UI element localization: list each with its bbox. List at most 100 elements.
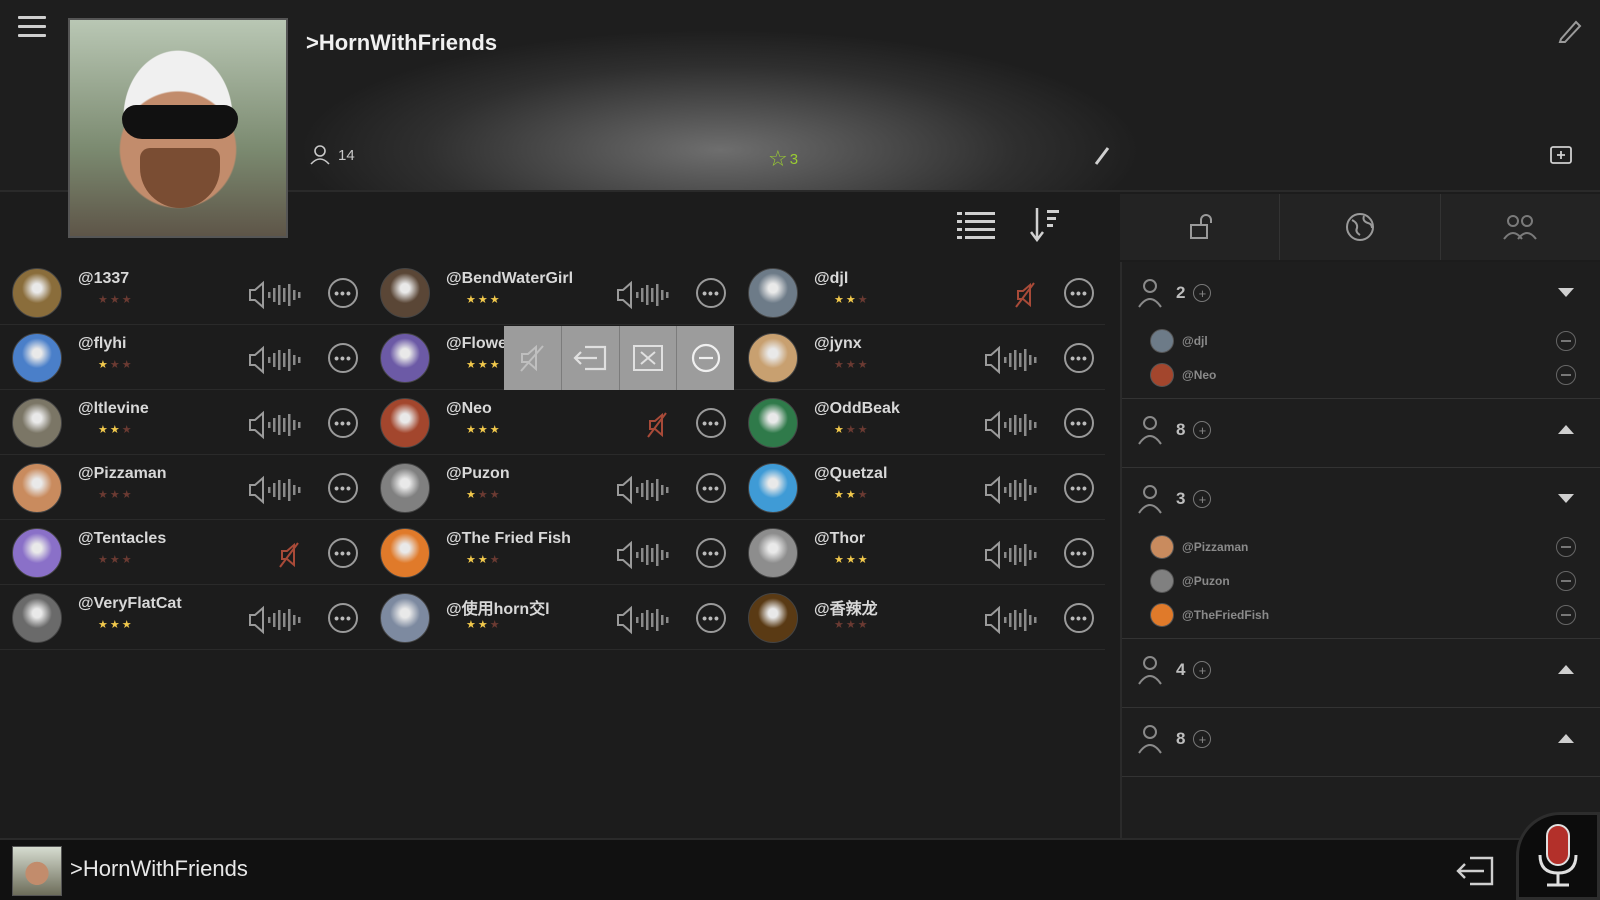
- volume-control[interactable]: [248, 475, 308, 510]
- user-cell[interactable]: @OddBeak ★★★ •••: [736, 390, 1104, 455]
- user-more-button[interactable]: •••: [1064, 343, 1094, 373]
- popup-mute-button[interactable]: [504, 326, 562, 390]
- volume-control[interactable]: [984, 475, 1044, 510]
- add-to-group-icon[interactable]: +: [1193, 421, 1212, 439]
- user-avatar[interactable]: [748, 268, 798, 318]
- group-header[interactable]: 2 +: [1122, 262, 1600, 324]
- footer-room-title[interactable]: >HornWithFriends: [70, 856, 248, 882]
- user-avatar[interactable]: [12, 398, 62, 448]
- volume-control[interactable]: [638, 410, 674, 445]
- group-member[interactable]: @Puzon: [1122, 564, 1600, 598]
- tab-globe[interactable]: [1280, 194, 1441, 260]
- remove-member-icon[interactable]: [1556, 331, 1576, 351]
- volume-control[interactable]: [984, 345, 1044, 380]
- footer-room-avatar[interactable]: [12, 846, 62, 896]
- tab-groups[interactable]: [1441, 194, 1600, 260]
- user-more-button[interactable]: •••: [1064, 603, 1094, 633]
- remove-member-icon[interactable]: [1556, 571, 1576, 591]
- user-more-button[interactable]: •••: [1064, 278, 1094, 308]
- user-more-button[interactable]: •••: [328, 343, 358, 373]
- user-cell[interactable]: @1337 ★★★ •••: [0, 260, 368, 325]
- user-avatar[interactable]: [380, 528, 430, 578]
- user-cell[interactable]: @使用horn交l ★★★ •••: [368, 585, 736, 650]
- leave-room-icon[interactable]: [1454, 854, 1496, 888]
- volume-control[interactable]: [1006, 280, 1042, 315]
- user-more-button[interactable]: •••: [328, 278, 358, 308]
- volume-control[interactable]: [984, 605, 1044, 640]
- group-header[interactable]: 8 +: [1122, 399, 1600, 461]
- user-avatar[interactable]: [380, 398, 430, 448]
- volume-control[interactable]: [248, 345, 308, 380]
- user-avatar[interactable]: [12, 463, 62, 513]
- expand-icon[interactable]: [1558, 734, 1574, 743]
- volume-control[interactable]: [984, 540, 1044, 575]
- user-avatar[interactable]: [748, 398, 798, 448]
- volume-control[interactable]: [616, 605, 676, 640]
- user-more-button[interactable]: •••: [328, 538, 358, 568]
- user-cell[interactable]: @Quetzal ★★★ •••: [736, 455, 1104, 520]
- expand-icon[interactable]: [1558, 425, 1574, 434]
- volume-control[interactable]: [616, 540, 676, 575]
- user-avatar[interactable]: [380, 463, 430, 513]
- user-more-button[interactable]: •••: [1064, 473, 1094, 503]
- group-member[interactable]: @TheFriedFish: [1122, 598, 1600, 632]
- user-avatar[interactable]: [12, 268, 62, 318]
- remove-member-icon[interactable]: [1556, 365, 1576, 385]
- volume-control[interactable]: [984, 410, 1044, 445]
- user-avatar[interactable]: [380, 333, 430, 383]
- add-to-group-icon[interactable]: +: [1193, 730, 1212, 748]
- user-cell[interactable]: @ltlevine ★★★ •••: [0, 390, 368, 455]
- group-header[interactable]: 4 +: [1122, 639, 1600, 701]
- user-avatar[interactable]: [380, 268, 430, 318]
- add-to-group-icon[interactable]: +: [1193, 490, 1212, 508]
- expand-icon[interactable]: [1558, 665, 1574, 674]
- volume-control[interactable]: [270, 540, 306, 575]
- room-stars[interactable]: ☆ 3: [768, 146, 798, 172]
- popup-move-button[interactable]: [561, 326, 620, 390]
- volume-control[interactable]: [248, 280, 308, 315]
- edit-icon[interactable]: [1556, 16, 1584, 44]
- pencil-icon[interactable]: [1092, 144, 1112, 166]
- user-cell[interactable]: @Pizzaman ★★★ •••: [0, 455, 368, 520]
- user-cell[interactable]: @jynx ★★★ •••: [736, 325, 1104, 390]
- user-avatar[interactable]: [748, 463, 798, 513]
- user-cell[interactable]: @djl ★★★ •••: [736, 260, 1104, 325]
- collapse-icon[interactable]: [1558, 288, 1574, 297]
- add-to-group-icon[interactable]: +: [1193, 284, 1212, 302]
- microphone-button[interactable]: [1516, 812, 1600, 900]
- volume-control[interactable]: [616, 475, 676, 510]
- group-member[interactable]: @Neo: [1122, 358, 1600, 392]
- share-icon[interactable]: [1548, 142, 1574, 168]
- volume-control[interactable]: [616, 280, 676, 315]
- popup-remove-button[interactable]: [677, 326, 734, 390]
- user-more-button[interactable]: •••: [696, 278, 726, 308]
- user-avatar[interactable]: [748, 528, 798, 578]
- user-more-button[interactable]: •••: [1064, 538, 1094, 568]
- user-more-button[interactable]: •••: [328, 408, 358, 438]
- popup-kick-button[interactable]: [619, 326, 678, 390]
- user-avatar[interactable]: [748, 333, 798, 383]
- user-cell[interactable]: @flyhi ★★★ •••: [0, 325, 368, 390]
- user-more-button[interactable]: •••: [328, 603, 358, 633]
- user-cell[interactable]: @香辣龙 ★★★ •••: [736, 585, 1104, 650]
- user-cell[interactable]: @BendWaterGirl ★★★ •••: [368, 260, 736, 325]
- user-avatar[interactable]: [12, 333, 62, 383]
- sort-button[interactable]: [1024, 206, 1064, 242]
- group-member[interactable]: @Pizzaman: [1122, 530, 1600, 564]
- user-cell[interactable]: @The Fried Fish ★★★ •••: [368, 520, 736, 585]
- user-more-button[interactable]: •••: [696, 473, 726, 503]
- member-count[interactable]: 14: [310, 145, 355, 165]
- user-more-button[interactable]: •••: [696, 408, 726, 438]
- user-avatar[interactable]: [380, 593, 430, 643]
- user-cell[interactable]: @VeryFlatCat ★★★ •••: [0, 585, 368, 650]
- user-avatar[interactable]: [12, 593, 62, 643]
- user-more-button[interactable]: •••: [696, 603, 726, 633]
- user-more-button[interactable]: •••: [696, 538, 726, 568]
- remove-member-icon[interactable]: [1556, 605, 1576, 625]
- group-header[interactable]: 3 +: [1122, 468, 1600, 530]
- user-cell[interactable]: @Tentacles ★★★ •••: [0, 520, 368, 585]
- collapse-icon[interactable]: [1558, 494, 1574, 503]
- group-member[interactable]: @djl: [1122, 324, 1600, 358]
- add-to-group-icon[interactable]: +: [1193, 661, 1212, 679]
- user-avatar[interactable]: [748, 593, 798, 643]
